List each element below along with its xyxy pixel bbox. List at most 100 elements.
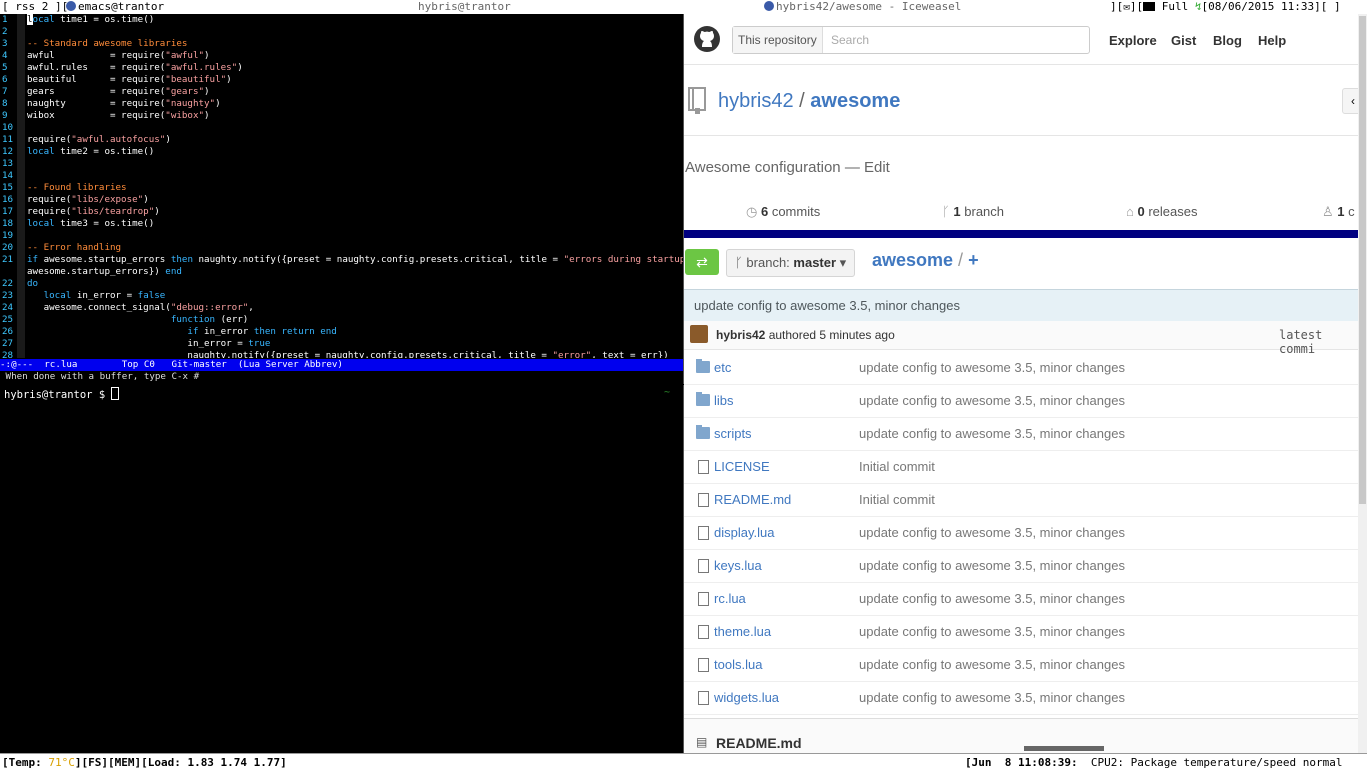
- code-line[interactable]: 4 awful = require("awful"): [0, 50, 683, 62]
- code-line[interactable]: 23 local in_error = false: [0, 290, 683, 302]
- latest-commit-message[interactable]: update config to awesome 3.5, minor chan…: [694, 298, 960, 313]
- file-name-link[interactable]: scripts: [714, 426, 752, 441]
- line-number: 9: [2, 110, 8, 121]
- code-line[interactable]: 20 -- Error handling: [0, 242, 683, 254]
- code-line[interactable]: 28 naughty.notify({preset = naughty.conf…: [0, 350, 683, 358]
- file-name-link[interactable]: theme.lua: [714, 624, 771, 639]
- code-line[interactable]: 6 beautiful = require("beautiful"): [0, 74, 683, 86]
- file-commit-message[interactable]: update config to awesome 3.5, minor chan…: [859, 426, 1125, 441]
- releases-stat[interactable]: ⌂ 0 releases: [1126, 204, 1197, 219]
- code-line[interactable]: 7 gears = require("gears"): [0, 86, 683, 98]
- code-line[interactable]: 11 require("awful.autofocus"): [0, 134, 683, 146]
- code-line[interactable]: 13: [0, 158, 683, 170]
- tray-bracket: ][: [1110, 0, 1124, 13]
- branch-stat[interactable]: ᚴ 1 branch: [942, 204, 1004, 219]
- language-bar[interactable]: [684, 230, 1358, 238]
- new-file-button[interactable]: +: [968, 250, 979, 270]
- breadcrumb-repo[interactable]: awesome: [872, 250, 953, 270]
- file-commit-message[interactable]: update config to awesome 3.5, minor chan…: [859, 393, 1125, 408]
- contributors-stat[interactable]: ♙ 1 c: [1322, 204, 1355, 220]
- file-name-link[interactable]: libs: [714, 393, 734, 408]
- github-logo-icon[interactable]: [693, 25, 721, 53]
- file-commit-message[interactable]: update config to awesome 3.5, minor chan…: [859, 657, 1125, 672]
- file-name-link[interactable]: rc.lua: [714, 591, 746, 606]
- file-commit-message[interactable]: update config to awesome 3.5, minor chan…: [859, 525, 1125, 540]
- code-text: awesome.startup_errors}) end: [27, 266, 182, 278]
- file-commit-message[interactable]: update config to awesome 3.5, minor chan…: [859, 591, 1125, 606]
- fringe: [17, 98, 25, 110]
- repo-owner-link[interactable]: hybris42: [718, 90, 794, 112]
- file-commit-message[interactable]: Initial commit: [859, 459, 935, 474]
- code-line[interactable]: 26 if in_error then return end: [0, 326, 683, 338]
- code-line[interactable]: 14: [0, 170, 683, 182]
- repo-search-box[interactable]: This repository Search: [732, 26, 1090, 54]
- file-navigation: ⇄ ᚴ branch: master ▾ awesome / +: [684, 248, 1358, 278]
- commits-stat[interactable]: ◷ 6 commits: [746, 204, 820, 220]
- code-line[interactable]: 16 require("libs/expose"): [0, 194, 683, 206]
- code-line[interactable]: 5 awful.rules = require("awful.rules"): [0, 62, 683, 74]
- code-buffer[interactable]: 1 local time1 = os.time() 2 3 -- Standard aw…: [0, 14, 683, 358]
- code-line[interactable]: 3 -- Standard awesome libraries: [0, 38, 683, 50]
- code-line[interactable]: 8 naughty = require("naughty"): [0, 98, 683, 110]
- author-link[interactable]: hybris42: [716, 328, 765, 342]
- code-line[interactable]: 18 local time3 = os.time(): [0, 218, 683, 230]
- code-line[interactable]: 27 in_error = true: [0, 338, 683, 350]
- code-token: -- Standard awesome libraries: [27, 38, 188, 49]
- code-line[interactable]: 9 wibox = require("wibox"): [0, 110, 683, 122]
- avatar[interactable]: [690, 325, 708, 343]
- shell-prompt[interactable]: hybris@trantor $: [4, 387, 120, 401]
- horizontal-scrollbar[interactable]: [1024, 746, 1104, 751]
- code-line[interactable]: awesome.startup_errors}) end: [0, 266, 683, 278]
- file-commit-message[interactable]: update config to awesome 3.5, minor chan…: [859, 690, 1125, 705]
- notification-area[interactable]: [Jun 8 11:08:39: CPU2: Package temperatu…: [965, 754, 1343, 771]
- code-token: end: [165, 266, 182, 277]
- emacs-task[interactable]: emacs@trantor: [66, 0, 164, 14]
- nav-blog[interactable]: Blog: [1213, 33, 1242, 48]
- scrollbar-thumb[interactable]: [1359, 16, 1366, 504]
- code-line[interactable]: 15 -- Found libraries: [0, 182, 683, 194]
- layout-box[interactable]: ][ ]: [1314, 0, 1341, 13]
- code-line[interactable]: 12 local time2 = os.time(): [0, 146, 683, 158]
- code-token: ): [143, 194, 149, 205]
- nav-help[interactable]: Help: [1258, 33, 1286, 48]
- line-number: 25: [2, 314, 14, 325]
- file-name-link[interactable]: tools.lua: [714, 657, 762, 672]
- tag-list[interactable]: [ rss 2 ][: [2, 0, 68, 14]
- repo-name-link[interactable]: awesome: [810, 90, 900, 112]
- file-name-link[interactable]: display.lua: [714, 525, 774, 540]
- clock[interactable]: 08/06/2015 11:33: [1208, 0, 1314, 13]
- log-message: CPU2: Package temperature/speed normal: [1090, 756, 1343, 769]
- search-input[interactable]: Search: [831, 27, 869, 53]
- file-commit-message[interactable]: Initial commit: [859, 492, 935, 507]
- search-scope-label[interactable]: This repository: [733, 27, 823, 53]
- file-name-link[interactable]: widgets.lua: [714, 690, 779, 705]
- code-line[interactable]: 22 do: [0, 278, 683, 290]
- browser-task[interactable]: hybris42/awesome - Iceweasel: [764, 0, 961, 14]
- code-line[interactable]: 24 awesome.connect_signal("debug::error"…: [0, 302, 683, 314]
- file-name-link[interactable]: README.md: [714, 492, 791, 507]
- nav-explore[interactable]: Explore: [1109, 33, 1157, 48]
- file-commit-message[interactable]: update config to awesome 3.5, minor chan…: [859, 558, 1125, 573]
- code-text: awful.rules = require("awful.rules"): [27, 62, 243, 74]
- code-line[interactable]: 17 require("libs/teardrop"): [0, 206, 683, 218]
- terminal-task-title[interactable]: hybris@trantor: [418, 0, 511, 14]
- code-line[interactable]: 25 function (err): [0, 314, 683, 326]
- file-name-link[interactable]: etc: [714, 360, 731, 375]
- code-line[interactable]: 2: [0, 26, 683, 38]
- vertical-scrollbar[interactable]: [1358, 14, 1367, 753]
- mail-icon[interactable]: ✉: [1123, 0, 1130, 13]
- code-line[interactable]: 21 if awesome.startup_errors then naughty…: [0, 254, 683, 266]
- file-name-link[interactable]: keys.lua: [714, 558, 762, 573]
- code-line[interactable]: 1 local time1 = os.time(): [0, 14, 683, 26]
- nav-gist[interactable]: Gist: [1171, 33, 1196, 48]
- file-commit-message[interactable]: update config to awesome 3.5, minor chan…: [859, 624, 1125, 639]
- browser-window[interactable]: This repository Search Explore Gist Blog…: [684, 14, 1367, 753]
- terminal-window[interactable]: hybris@trantor $ ~: [0, 385, 684, 753]
- code-line[interactable]: 19: [0, 230, 683, 242]
- emacs-window[interactable]: 1 local time1 = os.time() 2 3 -- Standard aw…: [0, 14, 684, 384]
- branch-select-button[interactable]: ᚴ branch: master ▾: [726, 249, 856, 277]
- file-commit-message[interactable]: update config to awesome 3.5, minor chan…: [859, 360, 1125, 375]
- code-line[interactable]: 10: [0, 122, 683, 134]
- compare-button[interactable]: ⇄: [685, 249, 719, 275]
- file-name-link[interactable]: LICENSE: [714, 459, 770, 474]
